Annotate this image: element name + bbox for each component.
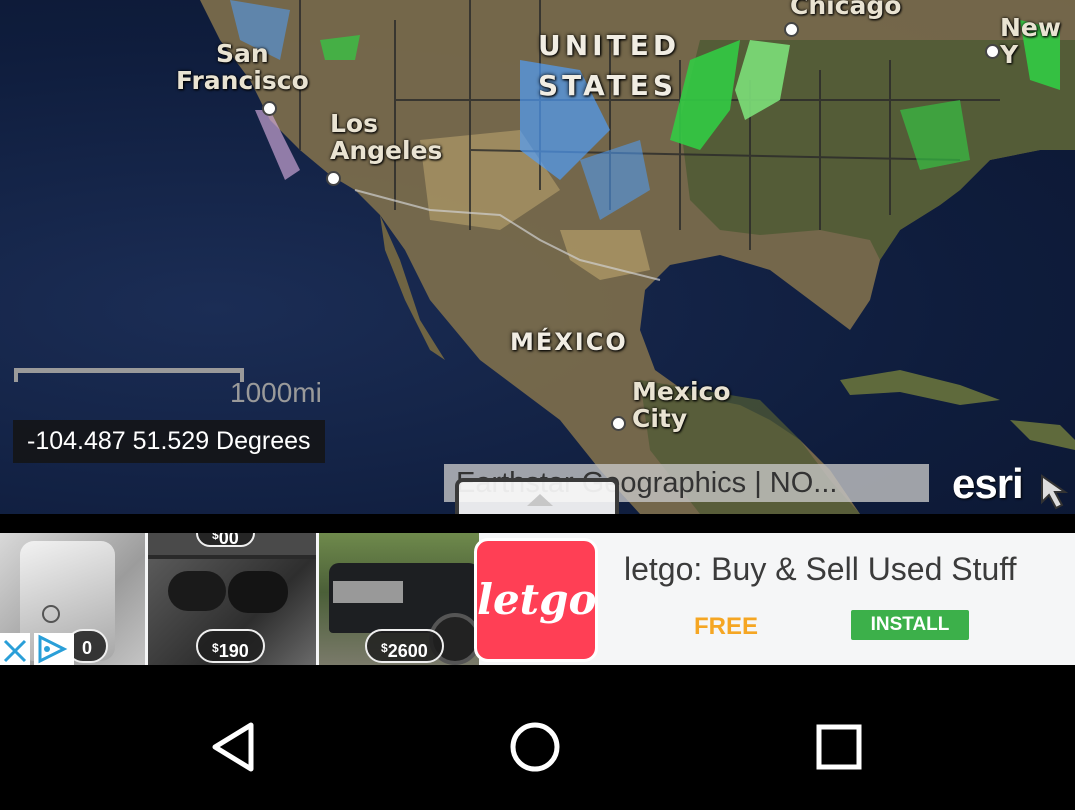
new-york-dot xyxy=(985,44,1000,59)
chevron-up-icon xyxy=(527,494,553,506)
letgo-logo: letgo xyxy=(474,538,598,662)
united-states-label: UNITED STATES xyxy=(538,29,681,102)
map-view[interactable]: Chicago New Y San Francisco Los Angeles … xyxy=(0,0,1075,514)
scale-label: 1000mi xyxy=(230,377,322,408)
san-francisco-dot xyxy=(262,101,277,116)
price-badge: $190 xyxy=(196,629,265,663)
esri-logo: esri xyxy=(952,460,1024,507)
mexico-label: MÉXICO xyxy=(510,328,628,356)
android-nav-bar xyxy=(0,665,1075,810)
install-button[interactable]: INSTALL xyxy=(851,610,969,640)
back-triangle-icon[interactable] xyxy=(205,717,265,777)
mexico-city-label: Mexico City xyxy=(632,377,731,433)
chicago-dot xyxy=(784,22,799,37)
scale-bar xyxy=(14,368,244,382)
los-angeles-dot xyxy=(326,171,341,186)
los-angeles-label: Los Angeles xyxy=(330,109,443,165)
ad-title: letgo: Buy & Sell Used Stuff xyxy=(624,551,1017,587)
coordinates-readout: -104.487 51.529 Degrees xyxy=(13,420,325,463)
price-badge-partial: $00 xyxy=(196,533,255,548)
ad-choices-icon[interactable] xyxy=(34,633,74,665)
ad-free-label: FREE xyxy=(694,613,759,640)
mexico-city-dot xyxy=(611,416,626,431)
drawer-expand-handle[interactable] xyxy=(455,478,619,514)
recents-square-icon[interactable] xyxy=(809,717,869,777)
san-francisco-label: San Francisco xyxy=(176,39,309,95)
close-icon[interactable] xyxy=(0,633,30,665)
ad-photo-truck: $2600 xyxy=(319,533,479,665)
new-york-label: New Y xyxy=(1000,13,1061,69)
chicago-label: Chicago xyxy=(790,0,902,20)
home-circle-icon[interactable] xyxy=(505,717,565,777)
ad-photo-controllers: $00 $190 xyxy=(148,533,316,665)
price-badge: $2600 xyxy=(365,629,444,663)
ad-banner[interactable]: 0 $00 $190 $2600 letgo letgo: Buy & Sell… xyxy=(0,533,1075,665)
cursor-arrow-icon xyxy=(1041,474,1069,510)
